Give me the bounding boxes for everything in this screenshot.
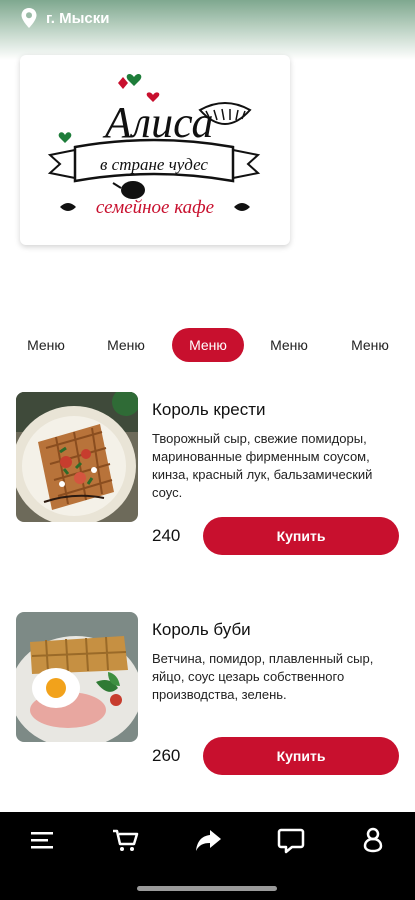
location-pin-icon — [21, 8, 37, 28]
product-price: 260 — [152, 746, 181, 765]
logo-subtitle-text: семейное кафе — [96, 197, 214, 218]
cart-icon[interactable] — [111, 826, 139, 854]
profile-icon[interactable] — [359, 826, 387, 854]
chat-icon[interactable] — [277, 826, 305, 854]
product-price: 240 — [152, 526, 181, 545]
category-tabs: Меню Меню Меню Меню Меню — [0, 328, 415, 362]
product-title: Король буби — [152, 620, 251, 639]
cafe-logo: Алиса в стране чудес семейное кафе — [47, 73, 261, 218]
tab-menu-5[interactable]: Меню — [330, 328, 410, 362]
product-description: Творожный сыр, свежие помидоры, маринова… — [152, 431, 373, 500]
product-description: Ветчина, помидор, плавленный сыр, яйцо, … — [152, 651, 374, 702]
home-indicator[interactable] — [137, 886, 277, 891]
cafe-logo-card: Алиса в стране чудес семейное кафе — [20, 55, 290, 245]
logo-banner-text: в стране чудес — [100, 155, 208, 174]
share-icon[interactable] — [194, 826, 222, 854]
menu-icon[interactable] — [28, 826, 56, 854]
product-title: Король крести — [152, 400, 266, 419]
product-photo-waffle-greens[interactable] — [16, 392, 138, 522]
buy-button[interactable]: Купить — [203, 737, 399, 775]
buy-button[interactable]: Купить — [203, 517, 399, 555]
product-photo-waffle-egg[interactable] — [16, 612, 138, 742]
tab-menu-1[interactable]: Меню — [6, 328, 86, 362]
tab-menu-2[interactable]: Меню — [86, 328, 166, 362]
location-city: г. Мыски — [46, 9, 110, 27]
tab-menu-4[interactable]: Меню — [249, 328, 329, 362]
location-selector[interactable]: г. Мыски — [20, 7, 109, 29]
tab-menu-3-active[interactable]: Меню — [172, 328, 244, 362]
